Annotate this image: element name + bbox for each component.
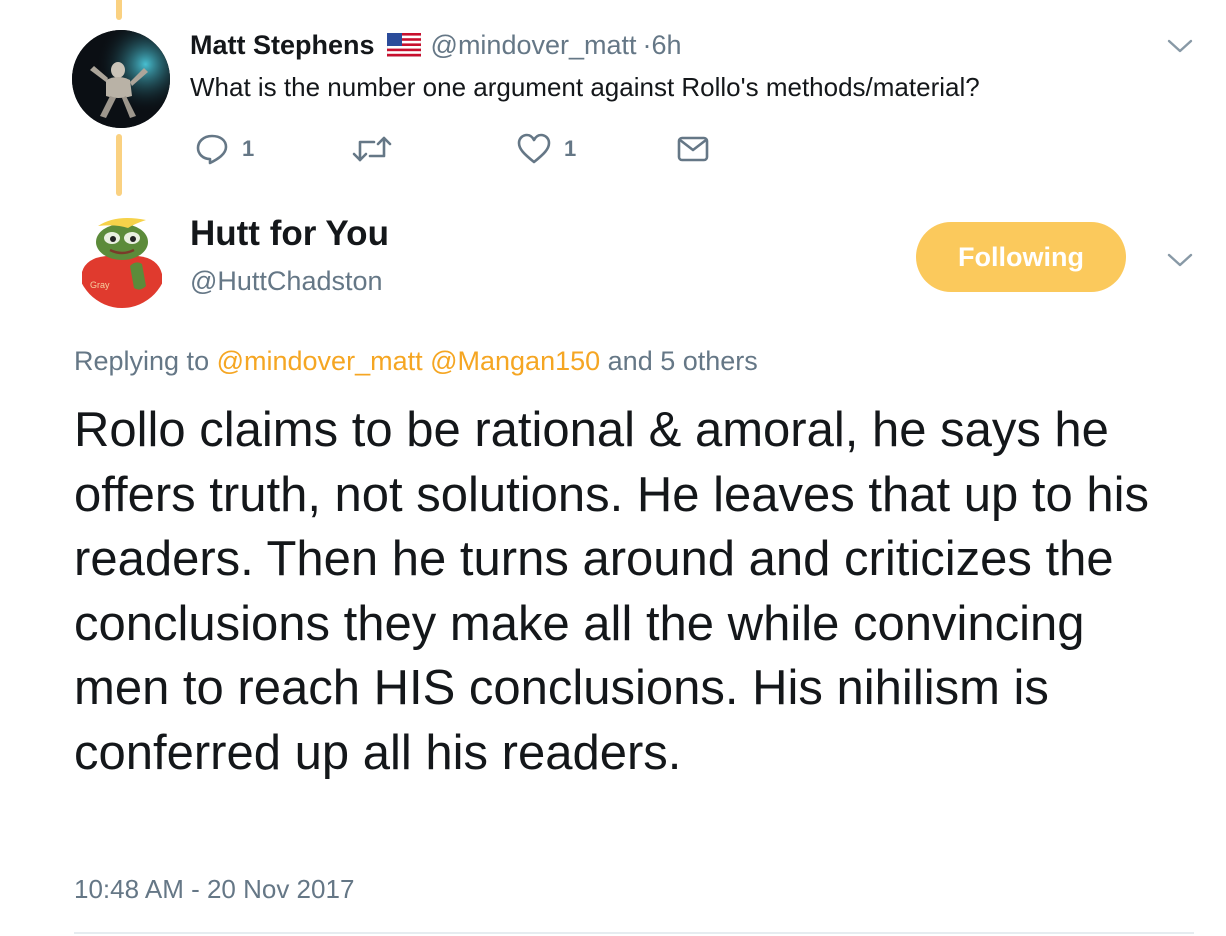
parent-tweet-header: Matt Stephens @mindover_matt ·6h [190,28,682,62]
tweet-timestamp[interactable]: 10:48 AM - 20 Nov 2017 [74,874,354,905]
avatar-shirt-text: Gray [90,280,110,290]
mention-link[interactable]: @mindover_matt [217,346,423,376]
parent-tweet-actions: 1 1 [190,132,730,168]
divider [74,932,1194,934]
us-flag-icon [386,32,421,58]
main-avatar[interactable]: Gray [76,212,168,308]
reply-count: 1 [242,136,255,161]
parent-tweet-text: What is the number one argument against … [190,72,980,102]
following-button[interactable]: Following [916,222,1126,292]
main-tweet-text: Rollo claims to be rational & amoral, he… [74,403,1149,780]
heart-icon [517,133,551,164]
retweet-button[interactable] [352,132,404,166]
others-link[interactable]: and 5 others [608,346,758,376]
chevron-down-icon[interactable] [1166,250,1194,270]
parent-author-name[interactable]: Matt Stephens [190,30,375,61]
thread-line [116,0,122,20]
tweet-detail-page: Matt Stephens @mindover_matt ·6h What is… [0,0,1226,936]
like-count: 1 [564,136,577,161]
like-button[interactable]: 1 [516,132,576,166]
reply-icon [196,134,228,165]
parent-avatar[interactable] [72,30,170,128]
parent-tweet-time[interactable]: ·6h [643,30,682,61]
envelope-icon [677,136,709,162]
thread-line [116,134,122,196]
retweet-icon [352,136,392,162]
replying-to-line: Replying to @mindover_matt @Mangan150 an… [74,346,758,377]
parent-author-handle[interactable]: @mindover_matt [431,30,637,61]
chevron-down-icon[interactable] [1166,36,1194,56]
main-author-handle[interactable]: @HuttChadston [190,266,383,297]
replying-to-label: Replying to [74,346,210,376]
main-author-name[interactable]: Hutt for You [190,214,389,254]
reply-button[interactable]: 1 [194,132,254,166]
direct-message-button[interactable] [676,132,710,166]
mention-link[interactable]: @Mangan150 [430,346,600,376]
